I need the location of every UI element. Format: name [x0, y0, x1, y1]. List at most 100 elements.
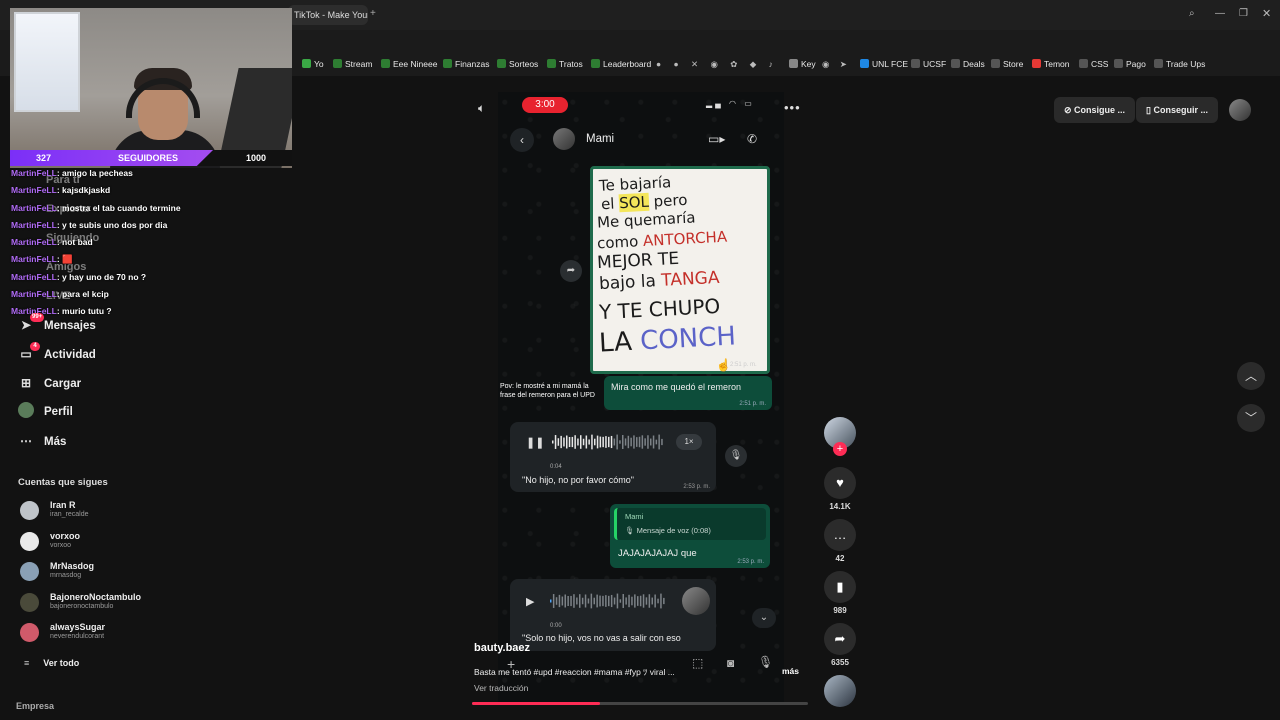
bookmark[interactable]: UNL FCE	[860, 57, 908, 71]
waveform-bar	[576, 597, 578, 605]
waveform-bar	[641, 435, 644, 449]
waveform-bar	[558, 594, 561, 608]
waveform-bar	[580, 435, 582, 449]
comment-icon: …	[824, 519, 856, 551]
avatar	[20, 593, 39, 612]
bookmark[interactable]: Key	[789, 57, 816, 71]
video-progress-bar[interactable]	[472, 702, 808, 705]
see-translation-button[interactable]: Ver traducción	[474, 683, 528, 693]
bookmark-icon: ▮	[824, 571, 856, 603]
browser-tab-active[interactable]: TikTok - Make Your	[288, 5, 368, 25]
waveform-bar	[647, 435, 649, 449]
following-accounts-title: Cuentas que sigues	[18, 477, 108, 488]
chat-message: MartinFeLL: amigo la pecheas	[11, 168, 133, 178]
waveform-bar	[602, 436, 604, 448]
follower-current-count: 327	[36, 153, 52, 163]
follower-goal-label: SEGUIDORES	[118, 153, 179, 163]
restore-icon[interactable]: ❐	[1239, 8, 1248, 19]
notification-badge: 99+	[30, 313, 45, 322]
bookmark[interactable]: Trade Ups	[1154, 57, 1205, 71]
bookmark[interactable]: Sorteos	[497, 57, 538, 71]
bookmark[interactable]: Finanzas	[443, 57, 490, 71]
sidebar-item-more[interactable]: ⋯ Más	[18, 431, 66, 451]
bookmark[interactable]: CSS	[1079, 57, 1108, 71]
comment-button[interactable]: … 42	[824, 519, 856, 563]
user-avatar[interactable]	[1229, 99, 1251, 121]
bookmark[interactable]: Yo	[302, 57, 324, 71]
get-app-button[interactable]: ▯ Conseguir ...	[1136, 97, 1218, 123]
video-author[interactable]: bauty.baez	[474, 642, 530, 654]
sidebar-item-upload[interactable]: ⊞ Cargar	[18, 373, 81, 393]
waveform-bar	[619, 599, 622, 603]
minimize-icon[interactable]: —	[1215, 8, 1225, 19]
music-disc-avatar[interactable]	[824, 675, 856, 707]
shirt-photo-message: Te bajaría el SOL pero Me quemaría como …	[590, 166, 770, 374]
streamer-webcam	[10, 8, 292, 168]
phone-clock: 3:00	[522, 97, 568, 113]
waveform-bar	[570, 595, 572, 607]
waveform-bar	[608, 595, 610, 607]
bookmark[interactable]: Leaderboard	[591, 57, 651, 71]
volume-icon[interactable]: 🔈︎	[478, 101, 485, 116]
bookmark[interactable]: Eee Nineee	[381, 57, 437, 71]
search-tabs-icon[interactable]: ⌕	[1189, 8, 1195, 19]
bookmark-icons-group[interactable]: ● ● ✕ ◉ ✿ ◆ ♪	[656, 57, 778, 71]
next-video-button[interactable]: ﹀	[1237, 404, 1265, 432]
sidebar-item-messages[interactable]: ➤ 99+ Mensajes	[18, 313, 96, 335]
bookmark[interactable]: Deals	[951, 57, 985, 71]
waveform-bar	[663, 597, 665, 605]
video-menu-icon[interactable]: •••	[784, 100, 801, 115]
like-button[interactable]: ♥ 14.1K	[824, 467, 856, 511]
save-button[interactable]: ▮ 989	[824, 571, 856, 615]
see-more-button[interactable]: más	[782, 666, 799, 676]
video-description: Basta me tentó #upd #reaccion #mama #fyp…	[474, 667, 675, 677]
bookmark[interactable]: Store	[991, 57, 1023, 71]
bookmark[interactable]: Temon	[1032, 57, 1070, 71]
avatar	[20, 532, 39, 551]
waveform-bar	[616, 593, 619, 609]
waveform-bar	[567, 596, 569, 606]
chat-message: MartinFeLL: y te subis uno dos por dia	[11, 220, 168, 230]
microphone-icon: 🎙︎	[758, 655, 774, 669]
waveform-bar	[645, 597, 648, 605]
bookmark[interactable]: UCSF	[911, 57, 946, 71]
bookmark[interactable]: Tratos	[547, 57, 583, 71]
waveform-bar	[638, 436, 641, 448]
waveform-bar	[568, 437, 571, 447]
follower-goal-target: 1000	[246, 153, 267, 163]
waveform-bar	[657, 598, 659, 604]
waveform-bar	[634, 594, 636, 608]
voice-transcript: "Solo no hijo, vos no vas a salir con es…	[522, 633, 681, 643]
bookmark[interactable]: Pago	[1114, 57, 1146, 71]
share-count: 6355	[831, 658, 849, 667]
close-icon[interactable]: ✕	[1262, 7, 1271, 20]
waveform-bar	[619, 440, 621, 444]
share-button[interactable]: ➦ 6355	[824, 623, 856, 667]
new-tab-button[interactable]: +	[370, 8, 376, 19]
waveform-bar	[661, 438, 663, 446]
camera-icon: ◙	[727, 656, 735, 670]
video-player[interactable]: 3:00 ▂▄ ◠ ▭ ‹ Mami ▭▸ ✆ ➦ Te bajaría el …	[498, 92, 784, 702]
back-arrow-icon: ‹	[510, 128, 534, 152]
avatar	[20, 501, 39, 520]
previous-video-button[interactable]: ︿	[1237, 362, 1265, 390]
bookmark[interactable]: Stream	[333, 57, 372, 71]
sign-line: LA CONCH	[598, 321, 737, 359]
chat-message: MartinFeLL: 🟥	[11, 254, 73, 264]
sidebar-item-activity[interactable]: ▭ 4 Actividad	[18, 342, 96, 364]
reply-message: Mami 🎙︎ Mensaje de voz (0:08) JAJAJAJAJA…	[610, 504, 770, 568]
waveform-bar	[564, 594, 566, 608]
waveform-bar	[599, 595, 601, 607]
follow-plus-icon[interactable]: +	[833, 442, 847, 456]
waveform-bar	[588, 439, 590, 445]
bookmark-icons-group[interactable]: ◉ ➤	[822, 57, 851, 71]
voice-waveform	[552, 434, 663, 450]
waveform-bar	[651, 597, 653, 605]
waveform-bar	[608, 436, 610, 448]
waveform-bar	[573, 594, 575, 608]
footer-company-link[interactable]: Empresa	[16, 701, 54, 711]
sidebar-item-profile[interactable]: Perfil	[18, 402, 73, 422]
heart-icon: ♥	[824, 467, 856, 499]
get-coins-button[interactable]: ⊘ Consigue ...	[1054, 97, 1136, 123]
see-all-button[interactable]: ≡ Ver todo	[24, 658, 79, 668]
